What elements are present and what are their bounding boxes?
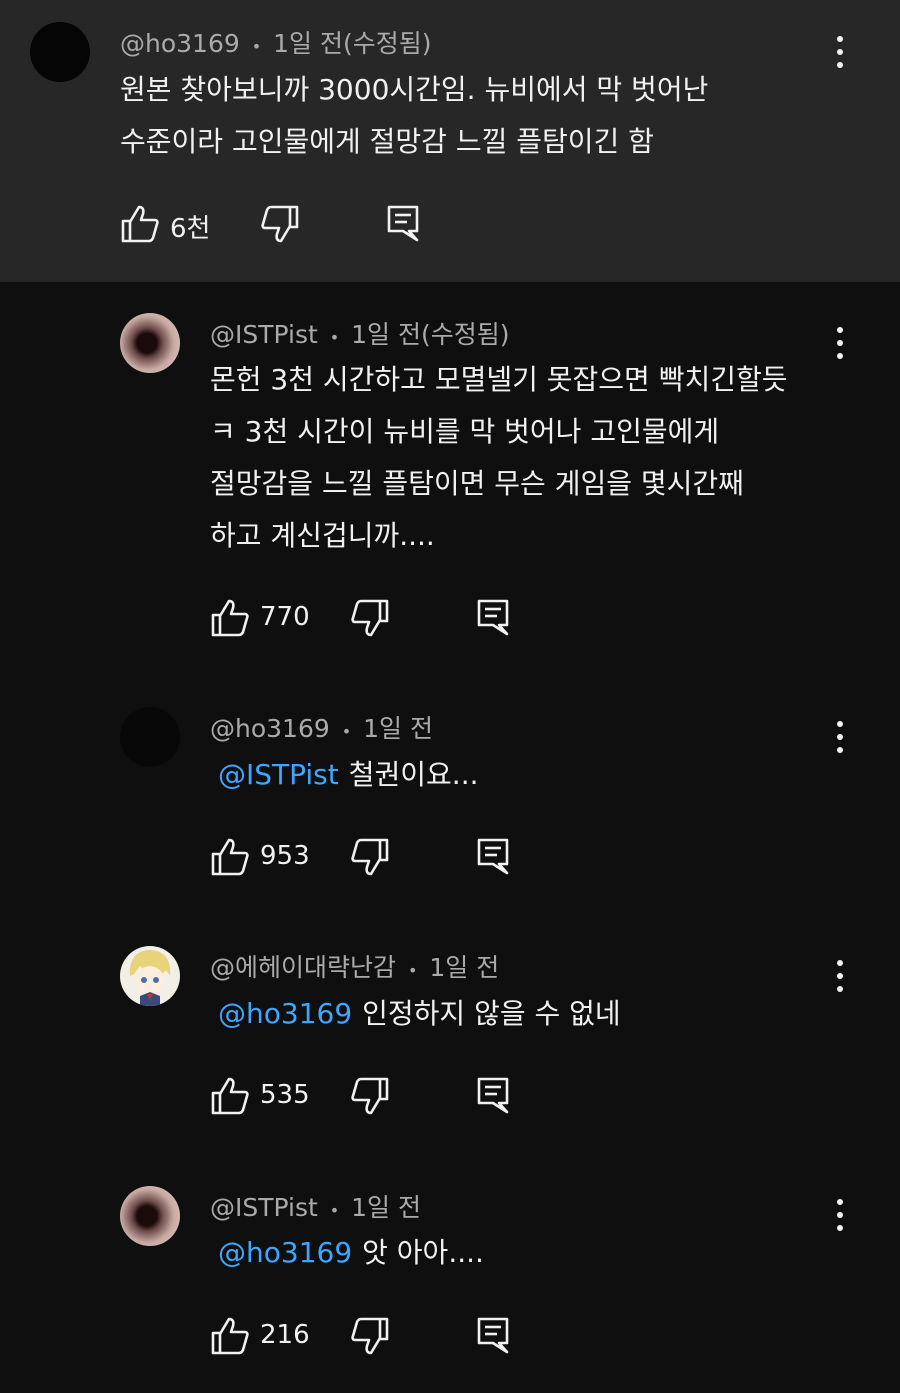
- like-count: 770: [260, 602, 310, 632]
- like-count: 6천: [170, 214, 211, 244]
- author-name[interactable]: @ho3169: [120, 29, 240, 58]
- separator: •: [251, 37, 262, 56]
- comment-meta: @ISTPist • 1일 전(수정됨): [210, 315, 510, 351]
- more-vert-icon[interactable]: [830, 719, 850, 755]
- more-vert-icon[interactable]: [830, 1197, 850, 1233]
- comment-actions: 535: [210, 1076, 530, 1116]
- timestamp[interactable]: 1일 전: [363, 714, 433, 743]
- reply-icon[interactable]: [476, 598, 510, 636]
- comment-actions: 770: [210, 598, 530, 638]
- comment-line: ㅋ 3천 시간이 뉴비를 막 벗어나 고인물에게: [210, 415, 720, 448]
- mention-link[interactable]: @ho3169: [218, 997, 352, 1030]
- comment-text: @ho3169 앗 아아....: [218, 1227, 484, 1279]
- separator: •: [407, 961, 418, 980]
- comment-meta: @ISTPist • 1일 전: [210, 1188, 421, 1224]
- timestamp[interactable]: 1일 전(수정됨): [273, 29, 431, 58]
- separator: •: [341, 722, 352, 741]
- more-vert-icon[interactable]: [830, 325, 850, 361]
- anime-avatar-icon: [129, 950, 171, 1006]
- timestamp[interactable]: 1일 전: [351, 1193, 421, 1222]
- comment-line: 철권이요...: [348, 758, 479, 791]
- reply-icon[interactable]: [476, 837, 510, 875]
- dislike-icon[interactable]: [350, 598, 390, 638]
- dislike-icon[interactable]: [350, 837, 390, 877]
- separator: •: [329, 328, 340, 347]
- avatar[interactable]: [120, 707, 180, 767]
- timestamp[interactable]: 1일 전: [429, 953, 499, 982]
- like-count: 535: [260, 1080, 310, 1110]
- comment-line: 하고 계신겁니까....: [210, 519, 435, 552]
- reply-icon[interactable]: [386, 204, 420, 242]
- like-count: 216: [260, 1320, 310, 1350]
- like-icon[interactable]: [210, 1316, 250, 1356]
- like-icon[interactable]: [210, 598, 250, 638]
- comment-actions: 6천: [120, 204, 440, 244]
- avatar[interactable]: [120, 946, 180, 1006]
- author-name[interactable]: @ISTPist: [210, 1193, 318, 1222]
- timestamp[interactable]: 1일 전(수정됨): [351, 320, 509, 349]
- like-icon[interactable]: [120, 204, 160, 244]
- comment-line: 절망감을 느낄 플탐이면 무슨 게임을 몇시간째: [210, 467, 744, 500]
- comment-line: 인정하지 않을 수 없네: [362, 997, 621, 1030]
- reply-icon[interactable]: [476, 1316, 510, 1354]
- mention-link[interactable]: @ISTPist: [218, 758, 339, 791]
- comment-line: 원본 찾아보니까 3000시간임. 뉴비에서 막 벗어난: [120, 73, 709, 106]
- reply-icon[interactable]: [476, 1076, 510, 1114]
- author-name[interactable]: @에헤이대략난감: [210, 953, 396, 982]
- avatar[interactable]: [120, 313, 180, 373]
- comment-line: 수준이라 고인물에게 절망감 느낄 플탐이긴 함: [120, 125, 654, 158]
- like-count: 953: [260, 841, 310, 871]
- like-icon[interactable]: [210, 837, 250, 877]
- comment-meta: @ho3169 • 1일 전(수정됨): [120, 24, 431, 60]
- comment-line: 앗 아아....: [362, 1236, 484, 1269]
- comment-text: @ISTPist 철권이요...: [218, 749, 479, 801]
- author-name[interactable]: @ho3169: [210, 714, 330, 743]
- mention-link[interactable]: @ho3169: [218, 1236, 352, 1269]
- comment-line: 몬헌 3천 시간하고 모멸넬기 못잡으면 빡치긴할듯: [210, 363, 788, 396]
- like-icon[interactable]: [210, 1076, 250, 1116]
- avatar[interactable]: [30, 22, 90, 82]
- comment-meta: @에헤이대략난감 • 1일 전: [210, 948, 499, 984]
- comment-actions: 216: [210, 1316, 530, 1356]
- separator: •: [329, 1201, 340, 1220]
- comment-actions: 953: [210, 837, 530, 877]
- comment-meta: @ho3169 • 1일 전: [210, 709, 433, 745]
- author-name[interactable]: @ISTPist: [210, 320, 318, 349]
- dislike-icon[interactable]: [260, 204, 300, 244]
- comment-text: @ho3169 인정하지 않을 수 없네: [218, 988, 621, 1040]
- more-vert-icon[interactable]: [830, 34, 850, 70]
- comment-text: 몬헌 3천 시간하고 모멸넬기 못잡으면 빡치긴할듯 ㅋ 3천 시간이 뉴비를 …: [210, 354, 788, 562]
- comment-text: 원본 찾아보니까 3000시간임. 뉴비에서 막 벗어난 수준이라 고인물에게 …: [120, 64, 708, 168]
- dislike-icon[interactable]: [350, 1076, 390, 1116]
- avatar[interactable]: [120, 1186, 180, 1246]
- more-vert-icon[interactable]: [830, 958, 850, 994]
- dislike-icon[interactable]: [350, 1316, 390, 1356]
